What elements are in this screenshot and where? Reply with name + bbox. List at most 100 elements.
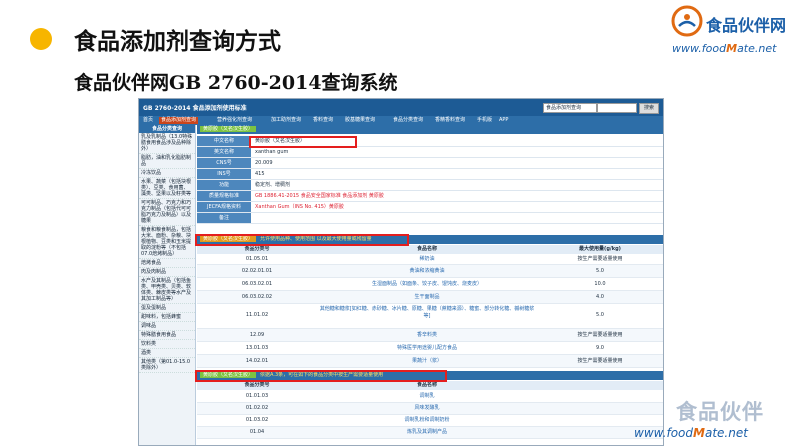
nav-fragrance-query[interactable]: 香精香料查询 — [433, 117, 467, 124]
watermark-mark: 食品伙伴 — [676, 400, 764, 424]
cell-max-usage: 5.0 — [596, 312, 604, 318]
info-row: INS号 415 — [197, 169, 663, 180]
foodmate-logo: 食品伙伴网 www.foodMate.net — [668, 2, 796, 62]
sidebar-item[interactable]: 水产及其制品（包括鱼类、甲壳类、贝类、软体类、棘皮类等水产及其加工制品等） — [139, 277, 195, 304]
table-row: 14.02.01 果蔬汁（浆） 按生产需要适量使用 — [197, 355, 663, 368]
sidebar-item[interactable]: 酒类 — [139, 349, 195, 358]
sidebar-item[interactable]: 乳及乳制品（13.0特殊膳食用食品涉及品种除外） — [139, 133, 195, 154]
slide-title: 食品添加剂查询方式 — [74, 29, 281, 55]
table-row: 06.03.02.01 生湿面制品（如面条、饺子皮、馄饨皮、烧麦皮） 10.0 — [197, 278, 663, 291]
cell-food-name[interactable]: 生干面制品 — [317, 291, 537, 303]
search-button[interactable]: 搜索 — [639, 103, 659, 114]
cell-category-no: 01.03.02 — [245, 417, 269, 423]
info-value: 稳定剂、增稠剂 — [255, 182, 291, 188]
cell-category-no: 06.03.02.01 — [241, 281, 273, 287]
cell-food-name[interactable]: 其他糖和糖浆[如红糖、赤砂糖、冰片糖、原糖、果糖（蔗糖来源）、糖蜜、部分转化糖、… — [317, 306, 537, 320]
sidebar-item[interactable]: 粮食和粮食制品，包括大米、面粉、杂粮、块根植物、豆类和玉米提取的淀粉等（不包括0… — [139, 226, 195, 259]
nav-nutrient-query[interactable]: 营养强化剂查询 — [215, 117, 254, 124]
search-type-select[interactable]: 食品添加剂查询 — [543, 103, 597, 113]
table-row: 01.05.01 稀奶油 按生产需要适量使用 — [197, 255, 663, 265]
sidebar-item[interactable]: 蛋及蛋制品 — [139, 304, 195, 313]
sidebar-item[interactable]: 脂肪，油和乳化脂肪制品 — [139, 154, 195, 169]
nav-gum-base-query[interactable]: 胶基糖果查询 — [343, 117, 377, 124]
cell-food-name[interactable]: 炼乳及其调制产品 — [317, 427, 537, 438]
table-header: 食品分类号 食品名称 最大使用量(g/kg) — [197, 245, 663, 254]
col-header-category-no: 食品分类号 — [244, 246, 270, 252]
watermark-url: www.foodMate.net — [634, 426, 748, 440]
cell-max-usage: 9.0 — [596, 345, 604, 351]
nav-food-category-query[interactable]: 食品分类查询 — [391, 117, 425, 124]
table-row: 01.02.02 风味发酵乳 — [197, 403, 663, 415]
cell-category-no: 11.01.02 — [245, 312, 269, 318]
table-row: 01.04 炼乳及其调制产品 — [197, 427, 663, 439]
highlight-box-usage — [195, 234, 409, 246]
nav-mobile[interactable]: 手机版 — [475, 117, 494, 124]
cell-food-name[interactable]: 特殊医学用途婴儿配方食品 — [317, 342, 537, 354]
highlight-box-name — [249, 136, 357, 148]
table-row: 13.01.03 特殊医学用途婴儿配方食品 9.0 — [197, 342, 663, 355]
nav-flavor-query[interactable]: 香料查询 — [311, 117, 335, 124]
sidebar-item[interactable]: 调味品 — [139, 322, 195, 331]
search-input[interactable] — [597, 103, 637, 113]
nav-processing-aid-query[interactable]: 加工助剂查询 — [269, 117, 303, 124]
cell-food-name[interactable]: 生湿面制品（如面条、饺子皮、馄饨皮、烧麦皮） — [317, 278, 537, 290]
info-label: 功能 — [197, 180, 251, 190]
nav-additive-query[interactable]: 食品添加剂查询 — [159, 117, 199, 124]
main-content: 黄原胶（又名汉生胶） 中文名称 黄原胶（又名汉生胶） 英文名称 xanthan gu… — [197, 125, 663, 445]
cell-max-usage: 5.0 — [596, 268, 604, 274]
cell-food-name[interactable]: 调制乳 — [317, 391, 537, 402]
logo-icon — [671, 5, 703, 37]
info-label: INS号 — [197, 169, 251, 179]
info-label: 备注 — [197, 213, 251, 223]
col-header-food-name: 食品名称 — [416, 382, 437, 388]
cell-max-usage: 按生产需要适量使用 — [577, 256, 623, 262]
cell-food-name[interactable]: 调制乳粉和调制奶粉 — [317, 415, 537, 426]
info-label: 中文名称 — [197, 136, 251, 146]
sidebar-item[interactable]: 焙烤食品 — [139, 259, 195, 268]
sidebar-item[interactable]: 甜味料，包括蜂蜜 — [139, 313, 195, 322]
info-row: CNS号 20.009 — [197, 158, 663, 169]
table-header: 食品分类号 食品名称 — [197, 381, 663, 390]
sidebar-item[interactable]: 肉及肉制品 — [139, 268, 195, 277]
sidebar-item[interactable]: 其他类（第01.0-15.0类除外） — [139, 358, 195, 373]
cell-category-no: 01.05.01 — [245, 256, 269, 262]
system-header: GB 2760-2014 食品添加剂使用标准 食品添加剂查询 搜索 — [139, 99, 663, 116]
info-label: 质量规格标准 — [197, 191, 251, 201]
sidebar-item[interactable]: 冷冻饮品 — [139, 169, 195, 178]
nav-home[interactable]: 首页 — [141, 117, 155, 124]
logo-url: www.foodMate.net — [672, 42, 777, 55]
nav-bar: 首页 食品添加剂查询 营养强化剂查询 加工助剂查询 香料查询 胶基糖果查询 食品… — [139, 116, 663, 125]
info-row: 功能 稳定剂、增稠剂 — [197, 180, 663, 191]
cell-max-usage: 4.0 — [596, 294, 604, 300]
table-row: 01.01.03 调制乳 — [197, 391, 663, 403]
cell-food-name[interactable]: 香辛料类 — [317, 329, 537, 341]
sidebar-header: 食品分类查询 — [139, 125, 195, 133]
standard-link[interactable]: GB 1886.41-2015 食品安全国家标准 食品添加剂 黄原胶 — [255, 191, 384, 201]
additive-tag: 黄原胶（又名汉生胶） — [200, 126, 257, 132]
table-row: 01.03.02 调制乳粉和调制奶粉 — [197, 415, 663, 427]
cell-category-no: 14.02.01 — [245, 358, 269, 364]
info-value: 20.009 — [255, 160, 273, 166]
col-header-food-name: 食品名称 — [416, 246, 437, 252]
sidebar-item[interactable]: 特殊膳食用食品 — [139, 331, 195, 340]
section-header-basic-info: 黄原胶（又名汉生胶） — [197, 125, 663, 134]
info-row: 英文名称 xanthan gum — [197, 147, 663, 158]
info-label: CNS号 — [197, 158, 251, 168]
cell-food-name[interactable]: 稀奶油 — [317, 255, 537, 264]
cell-food-name[interactable]: 风味发酵乳 — [317, 403, 537, 414]
sidebar-item[interactable]: 饮料类 — [139, 340, 195, 349]
cell-category-no: 01.02.02 — [245, 405, 269, 411]
sidebar-item[interactable]: 水果、蔬菜（包括块根类）、豆类、食用菌、藻类、坚果以及籽类等 — [139, 178, 195, 199]
table-row: 06.03.02.02 生干面制品 4.0 — [197, 291, 663, 304]
cell-category-no: 02.02.01.01 — [241, 268, 273, 274]
cell-max-usage: 按生产需要适量使用 — [577, 332, 623, 338]
cell-category-no: 01.04 — [249, 429, 265, 435]
cell-food-name[interactable]: 果蔬汁（浆） — [317, 355, 537, 367]
sidebar-item[interactable]: 可可制品、巧克力和巧克力制品（包括代可可脂巧克力及制品）以及糖果 — [139, 199, 195, 226]
system-title: GB 2760-2014 食品添加剂使用标准 — [143, 105, 247, 112]
table-row: 02.02.01.01 黄油和浓缩黄油 5.0 — [197, 265, 663, 278]
cell-food-name[interactable]: 黄油和浓缩黄油 — [317, 265, 537, 277]
info-row: JECFA规格资料 Xanthan Gum（INS No. 415）黄原胶 — [197, 202, 663, 213]
jecfa-link[interactable]: Xanthan Gum（INS No. 415）黄原胶 — [255, 202, 344, 212]
nav-app[interactable]: APP — [497, 117, 510, 124]
